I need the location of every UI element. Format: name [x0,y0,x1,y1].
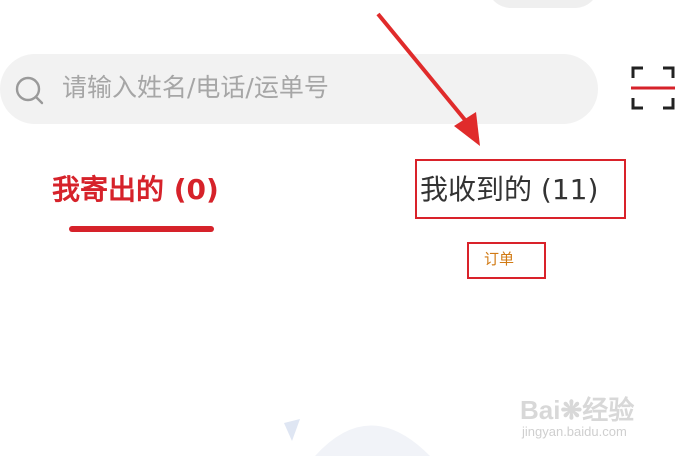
search-icon [14,75,46,107]
search-bar[interactable]: 请输入姓名/电话/运单号 [0,54,598,124]
baidu-watermark: Bai❋经验 jingyan.baidu.com [520,386,680,446]
annotation-label: 订单 [484,250,515,268]
watermark-url: jingyan.baidu.com [522,424,627,439]
top-pill-button[interactable] [487,0,599,8]
tab-sent[interactable]: 我寄出的 (0) [52,170,219,210]
scan-button[interactable] [631,66,675,110]
annotation-arrow-icon [376,12,480,146]
decorative-background-shape [284,419,430,456]
search-input[interactable]: 请输入姓名/电话/运单号 [62,70,329,106]
scan-icon [631,66,675,114]
paw-icon: ❋ [560,395,583,425]
annotation-highlight-box [415,159,626,219]
active-tab-indicator [69,226,214,232]
watermark-logo-text: Bai❋经验 [520,395,635,425]
